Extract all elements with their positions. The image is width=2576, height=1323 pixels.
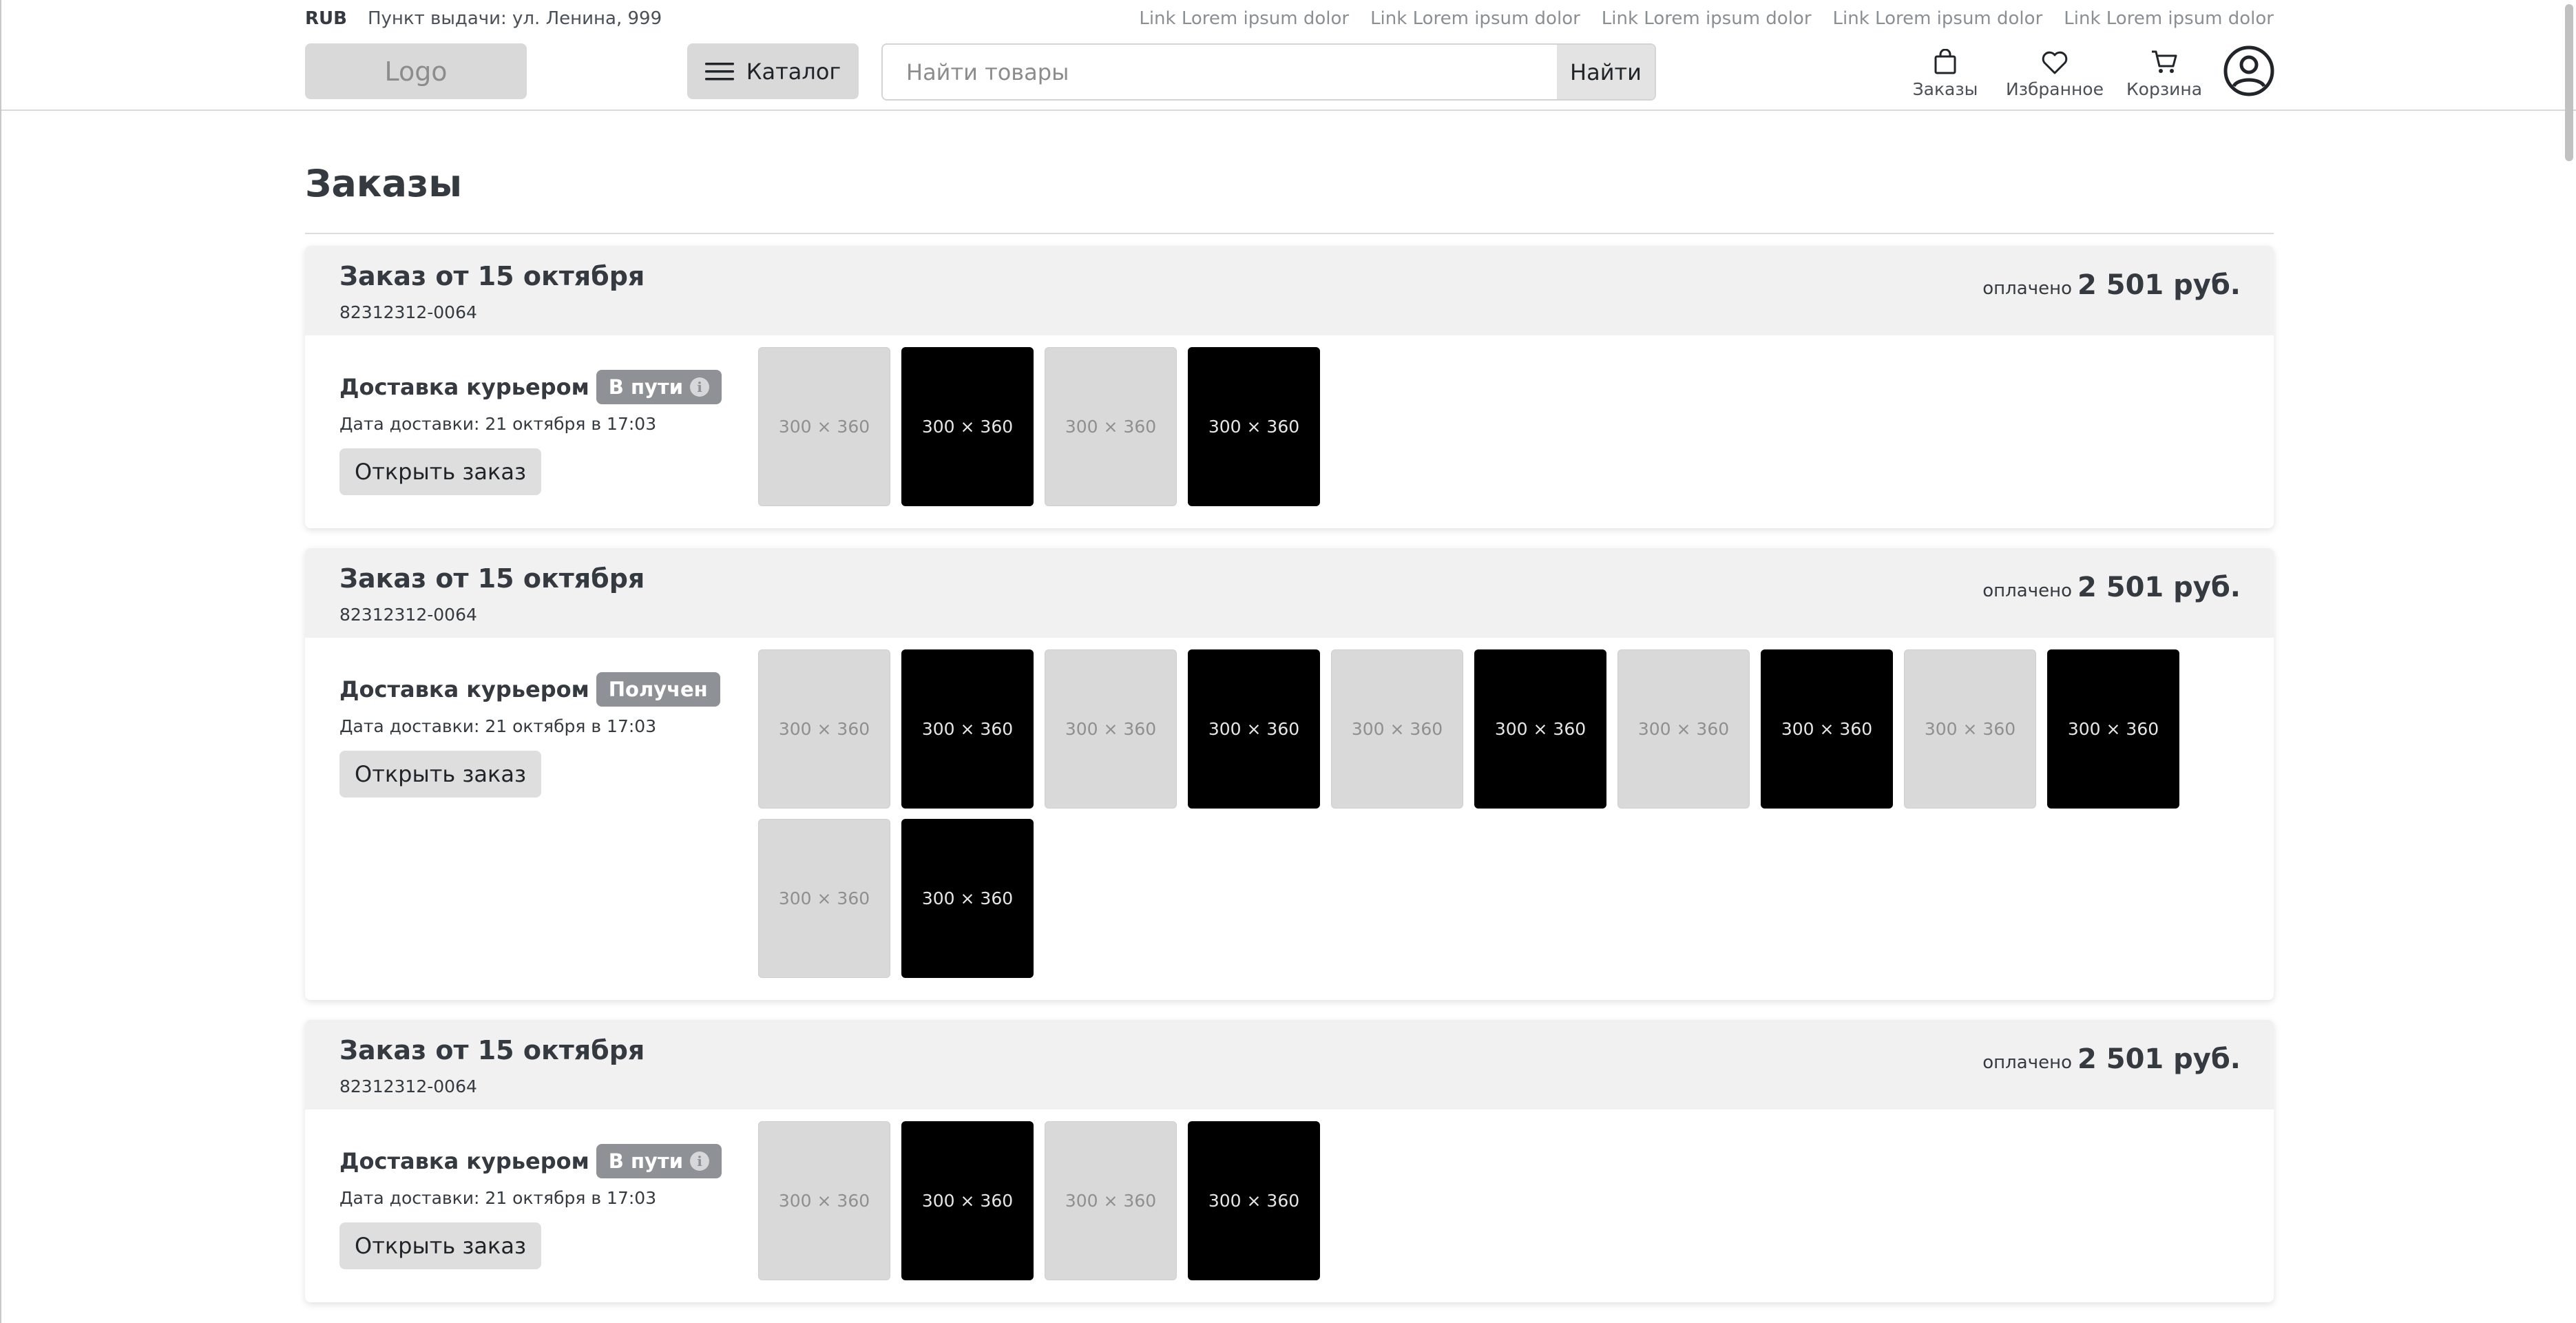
top-links: Link Lorem ipsum dolor Link Lorem ipsum … xyxy=(1139,8,2274,29)
top-link[interactable]: Link Lorem ipsum dolor xyxy=(1370,8,1580,29)
delivery-date: Дата доставки: 21 октября в 17:03 xyxy=(339,414,657,434)
product-thumbnail[interactable]: 300 × 360 xyxy=(1904,649,2036,809)
title-divider xyxy=(305,233,2274,234)
info-icon[interactable]: i xyxy=(690,1152,710,1171)
product-thumbnail[interactable]: 300 × 360 xyxy=(1474,649,1606,809)
order-title: Заказ от 15 октября xyxy=(339,261,645,291)
pickup-point[interactable]: Пункт выдачи: ул. Ленина, 999 xyxy=(368,8,662,29)
status-badge: В пути i xyxy=(596,370,722,404)
profile-icon[interactable] xyxy=(2223,45,2275,97)
product-thumbnail[interactable]: 300 × 360 xyxy=(1617,649,1750,809)
open-order-button[interactable]: Открыть заказ xyxy=(339,1222,541,1269)
product-thumbnail[interactable]: 300 × 360 xyxy=(1188,347,1320,506)
delivery-info: Доставка курьером В пути i xyxy=(339,370,722,404)
nav-orders[interactable]: Заказы xyxy=(1907,43,1984,99)
scrollbar-thumb[interactable] xyxy=(2565,4,2573,161)
top-link[interactable]: Link Lorem ipsum dolor xyxy=(1139,8,1349,29)
nav-cart-label: Корзина xyxy=(2126,79,2203,99)
open-order-button[interactable]: Открыть заказ xyxy=(339,751,541,798)
product-thumbnail[interactable]: 300 × 360 xyxy=(758,649,890,809)
status-text: В пути xyxy=(608,375,684,399)
shopping-bag-icon xyxy=(1934,49,1956,74)
order-number: 82312312-0064 xyxy=(339,1076,477,1096)
catalog-button[interactable]: Каталог xyxy=(687,43,859,99)
order-thumbs: 300 × 360 300 × 360 300 × 360 300 × 360 xyxy=(758,347,2239,506)
paid-sum: 2 501 руб. xyxy=(2077,572,2241,603)
top-link[interactable]: Link Lorem ipsum dolor xyxy=(1833,8,2043,29)
status-badge: Получен xyxy=(596,672,720,707)
product-thumbnail[interactable]: 300 × 360 xyxy=(901,347,1034,506)
order-card: Заказ от 15 октября 82312312-0064 оплаче… xyxy=(305,548,2274,1000)
status-badge: В пути i xyxy=(596,1144,722,1178)
cart-icon xyxy=(2152,50,2177,73)
catalog-label: Каталог xyxy=(746,58,841,85)
header: Logo Каталог Найти Заказы Избранное Корз… xyxy=(305,43,2275,101)
nav-orders-label: Заказы xyxy=(1912,79,1978,99)
order-header: Заказ от 15 октября 82312312-0064 оплаче… xyxy=(305,246,2274,335)
top-link[interactable]: Link Lorem ipsum dolor xyxy=(2064,8,2274,29)
order-number: 82312312-0064 xyxy=(339,605,477,625)
order-card: Заказ от 15 октября 82312312-0064 оплаче… xyxy=(305,1020,2274,1302)
paid-sum: 2 501 руб. xyxy=(2077,1043,2241,1075)
product-thumbnail[interactable]: 300 × 360 xyxy=(758,819,890,978)
currency-selector[interactable]: RUB xyxy=(305,8,347,29)
delivery-date: Дата доставки: 21 октября в 17:03 xyxy=(339,1188,657,1208)
order-title: Заказ от 15 октября xyxy=(339,1035,645,1065)
nav-favorites[interactable]: Избранное xyxy=(1999,43,2111,99)
product-thumbnail[interactable]: 300 × 360 xyxy=(1331,649,1463,809)
status-text: Получен xyxy=(608,678,708,701)
delivery-label: Доставка курьером xyxy=(339,1148,589,1174)
order-paid: оплачено 2 501 руб. xyxy=(1982,1043,2241,1075)
search-bar: Найти xyxy=(881,43,1656,101)
paid-label: оплачено xyxy=(1982,1052,2072,1073)
delivery-date: Дата доставки: 21 октября в 17:03 xyxy=(339,716,657,736)
menu-icon xyxy=(704,62,734,80)
nav-cart[interactable]: Корзина xyxy=(2123,43,2206,99)
search-input[interactable] xyxy=(883,45,1557,99)
top-bar-left: RUB Пункт выдачи: ул. Ленина, 999 xyxy=(305,8,662,29)
product-thumbnail[interactable]: 300 × 360 xyxy=(901,649,1034,809)
product-thumbnail[interactable]: 300 × 360 xyxy=(901,1121,1034,1280)
order-header: Заказ от 15 октября 82312312-0064 оплаче… xyxy=(305,1020,2274,1110)
search-button[interactable]: Найти xyxy=(1557,45,1655,99)
nav-favorites-label: Избранное xyxy=(2006,79,2104,99)
delivery-label: Доставка курьером xyxy=(339,676,589,702)
order-title: Заказ от 15 октября xyxy=(339,563,645,594)
delivery-info: Доставка курьером Получен xyxy=(339,672,720,707)
product-thumbnail[interactable]: 300 × 360 xyxy=(1045,1121,1177,1280)
paid-label: оплачено xyxy=(1982,278,2072,299)
order-number: 82312312-0064 xyxy=(339,302,477,322)
top-link[interactable]: Link Lorem ipsum dolor xyxy=(1602,8,1812,29)
delivery-label: Доставка курьером xyxy=(339,374,589,400)
open-order-button[interactable]: Открыть заказ xyxy=(339,448,541,495)
order-thumbs: 300 × 360 300 × 360 300 × 360 300 × 360 … xyxy=(758,649,2239,978)
product-thumbnail[interactable]: 300 × 360 xyxy=(1045,649,1177,809)
product-thumbnail[interactable]: 300 × 360 xyxy=(1188,1121,1320,1280)
logo[interactable]: Logo xyxy=(305,43,527,99)
info-icon[interactable]: i xyxy=(690,377,710,397)
product-thumbnail[interactable]: 300 × 360 xyxy=(1045,347,1177,506)
paid-sum: 2 501 руб. xyxy=(2077,269,2241,301)
order-header: Заказ от 15 октября 82312312-0064 оплаче… xyxy=(305,548,2274,638)
product-thumbnail[interactable]: 300 × 360 xyxy=(901,819,1034,978)
status-text: В пути xyxy=(608,1149,684,1173)
order-paid: оплачено 2 501 руб. xyxy=(1982,572,2241,603)
order-paid: оплачено 2 501 руб. xyxy=(1982,269,2241,301)
product-thumbnail[interactable]: 300 × 360 xyxy=(1188,649,1320,809)
order-thumbs: 300 × 360 300 × 360 300 × 360 300 × 360 xyxy=(758,1121,2239,1280)
heart-icon xyxy=(2042,51,2068,74)
header-divider xyxy=(1,110,2576,111)
product-thumbnail[interactable]: 300 × 360 xyxy=(2047,649,2179,809)
paid-label: оплачено xyxy=(1982,581,2072,601)
product-thumbnail[interactable]: 300 × 360 xyxy=(758,1121,890,1280)
top-bar: RUB Пункт выдачи: ул. Ленина, 999 Link L… xyxy=(305,0,2274,37)
order-card: Заказ от 15 октября 82312312-0064 оплаче… xyxy=(305,246,2274,528)
page-title: Заказы xyxy=(305,162,463,205)
product-thumbnail[interactable]: 300 × 360 xyxy=(758,347,890,506)
product-thumbnail[interactable]: 300 × 360 xyxy=(1761,649,1893,809)
delivery-info: Доставка курьером В пути i xyxy=(339,1144,722,1178)
